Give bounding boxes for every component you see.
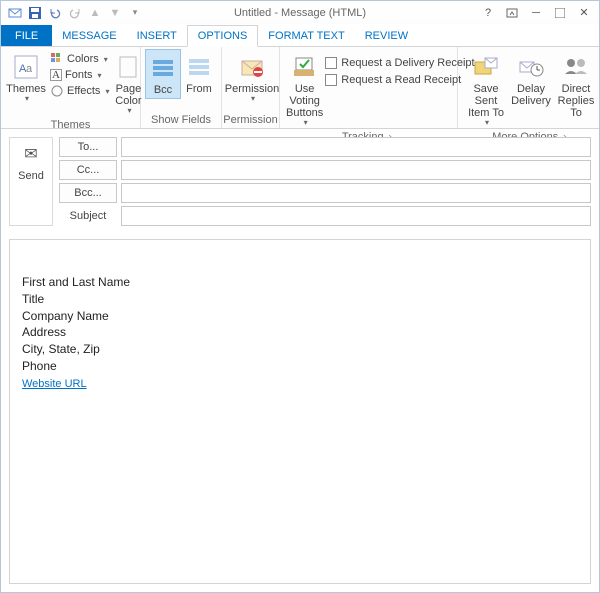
qat-customize-icon[interactable]: ▾ — [127, 5, 143, 21]
save-icon[interactable] — [27, 5, 43, 21]
message-body[interactable]: First and Last Name Title Company Name A… — [9, 239, 591, 584]
window-controls: ? ─ ✕ — [479, 5, 599, 21]
send-icon: ✉ — [24, 144, 37, 164]
themes-icon: Aa — [12, 53, 40, 81]
colors-button[interactable]: Colors▾ — [47, 51, 112, 67]
window-title: Untitled - Message (HTML) — [234, 7, 366, 19]
bcc-input[interactable] — [121, 183, 591, 203]
direct-replies-icon — [562, 53, 590, 81]
bcc-icon — [149, 54, 177, 82]
svg-text:a: a — [26, 63, 33, 75]
checkbox-icon — [325, 74, 337, 86]
signature-line: Address — [22, 324, 578, 341]
checkbox-icon — [325, 57, 337, 69]
send-button[interactable]: ✉ Send — [9, 137, 53, 226]
tab-file[interactable]: FILE — [1, 25, 52, 46]
signature-line: City, State, Zip — [22, 341, 578, 358]
voting-icon — [291, 53, 319, 81]
read-receipt-checkbox[interactable]: Request a Read Receipt — [325, 72, 474, 88]
minimize-icon[interactable]: ─ — [527, 5, 545, 21]
voting-button[interactable]: Use Voting Buttons▾ — [284, 49, 325, 130]
ribbon-toggle-icon[interactable] — [503, 5, 521, 21]
effects-button[interactable]: Effects▾ — [47, 83, 112, 99]
delivery-receipt-checkbox[interactable]: Request a Delivery Receipt — [325, 55, 474, 71]
signature-link[interactable]: Website URL — [22, 378, 87, 390]
bcc-button[interactable]: Bcc... — [59, 183, 117, 203]
from-icon — [185, 53, 213, 81]
group-more-options: Save Sent Item To▾ Delay Delivery Direct… — [458, 47, 600, 128]
close-icon[interactable]: ✕ — [575, 5, 593, 21]
page-color-label: Page Color — [114, 83, 142, 107]
maximize-icon[interactable] — [551, 5, 569, 21]
chevron-down-icon: ▾ — [25, 95, 29, 104]
group-show-fields-label: Show Fields — [151, 114, 211, 126]
next-icon[interactable]: ▼ — [107, 5, 123, 21]
help-icon[interactable]: ? — [479, 5, 497, 21]
permission-button[interactable]: Permission▾ — [226, 49, 278, 106]
cc-input[interactable] — [121, 160, 591, 180]
tab-format-text[interactable]: FORMAT TEXT — [258, 25, 354, 46]
bcc-button[interactable]: Bcc — [145, 49, 181, 99]
save-sent-button[interactable]: Save Sent Item To▾ — [462, 49, 510, 130]
page-color-button[interactable]: Page Color▾ — [112, 49, 144, 118]
group-permission-label: Permission — [223, 114, 277, 126]
themes-button[interactable]: Aa Themes▾ — [5, 49, 47, 106]
save-sent-icon — [472, 53, 500, 81]
tab-message[interactable]: MESSAGE — [52, 25, 126, 46]
page-color-icon — [114, 53, 142, 81]
permission-icon — [238, 53, 266, 81]
ribbon-tabs: FILE MESSAGE INSERT OPTIONS FORMAT TEXT … — [1, 25, 599, 47]
to-button[interactable]: To... — [59, 137, 117, 157]
group-tracking: Use Voting Buttons▾ Request a Delivery R… — [280, 47, 458, 128]
effects-icon — [50, 84, 64, 98]
delay-delivery-button[interactable]: Delay Delivery — [510, 49, 552, 109]
app-icon — [7, 5, 23, 21]
signature-line: Title — [22, 291, 578, 308]
to-input[interactable] — [121, 137, 591, 157]
prev-icon[interactable]: ▲ — [87, 5, 103, 21]
compose-window: ▲ ▼ ▾ Untitled - Message (HTML) ? ─ ✕ FI… — [0, 0, 600, 593]
group-show-fields: Bcc From Show Fields — [141, 47, 222, 128]
tab-options[interactable]: OPTIONS — [187, 25, 259, 47]
delay-icon — [517, 53, 545, 81]
undo-icon[interactable] — [47, 5, 63, 21]
signature-line: First and Last Name — [22, 274, 578, 291]
subject-label: Subject — [59, 210, 117, 222]
message-header: ✉ Send To... Cc... Bcc... Subject — [1, 129, 599, 235]
from-button[interactable]: From — [181, 49, 217, 97]
cc-button[interactable]: Cc... — [59, 160, 117, 180]
title-bar: ▲ ▼ ▾ Untitled - Message (HTML) ? ─ ✕ — [1, 1, 599, 25]
colors-icon — [50, 52, 64, 66]
direct-replies-button[interactable]: Direct Replies To — [552, 49, 600, 121]
signature-line: Company Name — [22, 308, 578, 325]
signature-line: Phone — [22, 358, 578, 375]
subject-input[interactable] — [121, 206, 591, 226]
fonts-button[interactable]: AFonts▾ — [47, 68, 112, 82]
group-permission: Permission▾ Permission — [222, 47, 280, 128]
tab-review[interactable]: REVIEW — [355, 25, 418, 46]
fonts-icon: A — [50, 69, 62, 81]
ribbon: Aa Themes▾ Colors▾ AFonts▾ Effects▾ Page… — [1, 47, 599, 129]
tab-insert[interactable]: INSERT — [127, 25, 187, 46]
group-themes: Aa Themes▾ Colors▾ AFonts▾ Effects▾ Page… — [1, 47, 141, 128]
redo-icon[interactable] — [67, 5, 83, 21]
quick-access-toolbar: ▲ ▼ ▾ — [1, 5, 149, 21]
